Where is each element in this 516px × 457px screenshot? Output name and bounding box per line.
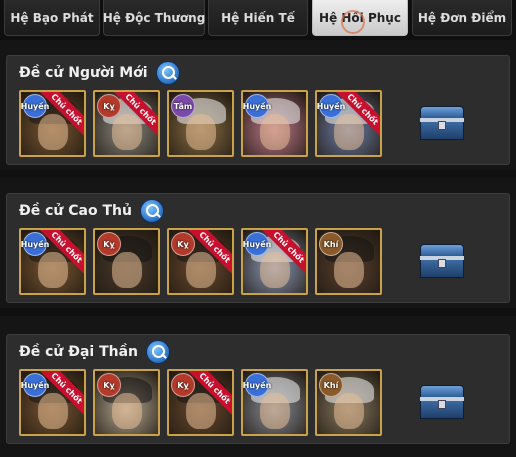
tab-label: Hệ Độc Thương — [102, 10, 206, 25]
hero-portrait — [111, 393, 142, 429]
panel-title-row: Đề cử Cao Thủ — [19, 199, 164, 223]
hero-card[interactable]: Huyền — [241, 90, 308, 157]
hero-card[interactable]: Kỵ Chủ chốt — [167, 369, 234, 436]
hero-portrait — [185, 114, 216, 150]
panel-divider — [0, 170, 516, 178]
hero-card[interactable]: Kỵ Chủ chốt — [93, 90, 160, 157]
hero-class-badge: Huyền — [317, 94, 345, 118]
search-icon[interactable] — [146, 340, 171, 364]
hero-portrait — [111, 252, 142, 288]
tab-hoi-phuc[interactable]: Hệ Hồi Phục — [312, 0, 408, 36]
hero-class-badge: Tâm — [171, 94, 195, 118]
hero-portrait — [333, 393, 364, 429]
hero-card[interactable]: Huyền Chủ chốt — [19, 228, 86, 295]
hero-list: Huyền Chủ chốt Kỵ Chủ chốt Tâm Huyền Huyền Chủ … — [19, 90, 389, 157]
hero-portrait — [333, 114, 364, 150]
search-icon[interactable] — [155, 61, 180, 85]
hero-class-badge: Khí — [319, 373, 343, 397]
hero-card[interactable]: Kỵ — [93, 369, 160, 436]
hero-card[interactable]: Khí — [315, 228, 382, 295]
hero-class-badge: Kỵ — [97, 94, 121, 118]
panel-title: Đề cử Người Mới — [19, 65, 148, 81]
hero-portrait — [111, 114, 142, 150]
hero-class-badge: Kỵ — [171, 373, 195, 397]
hero-class-badge: Huyền — [243, 232, 271, 256]
hero-card[interactable]: Kỵ Chủ chốt — [167, 228, 234, 295]
hero-class-badge: Huyền — [21, 373, 49, 397]
hero-class-badge: Huyền — [21, 94, 49, 118]
hero-portrait — [37, 114, 68, 150]
tab-bao-phat[interactable]: Hệ Bạo Phát — [4, 0, 100, 36]
hero-class-badge: Kỵ — [171, 232, 195, 256]
hero-portrait — [185, 252, 216, 288]
tab-label: Hệ Đơn Điểm — [417, 10, 507, 25]
hero-card[interactable]: Huyền Chủ chốt — [19, 90, 86, 157]
hero-card[interactable]: Kỵ — [93, 228, 160, 295]
tap-ripple — [341, 10, 365, 34]
panel-dai-than: Đề cử Đại Thần Huyền Chủ chốt Kỵ Kỵ Chủ chốt… — [6, 334, 510, 444]
hero-portrait — [259, 114, 290, 150]
hero-card[interactable]: Huyền Chủ chốt — [19, 369, 86, 436]
hero-portrait — [259, 393, 290, 429]
hero-list: Huyền Chủ chốt Kỵ Kỵ Chủ chốt Huyền Chủ chốt Kh… — [19, 228, 389, 295]
panel-title-row: Đề cử Người Mới — [19, 61, 180, 85]
hero-class-badge: Huyền — [243, 373, 271, 397]
panel-divider — [0, 308, 516, 316]
hero-card[interactable]: Huyền Chủ chốt — [315, 90, 382, 157]
tab-don-diem[interactable]: Hệ Đơn Điểm — [412, 0, 512, 36]
panel-title-row: Đề cử Đại Thần — [19, 340, 171, 364]
hero-class-badge: Kỵ — [97, 232, 121, 256]
hero-card[interactable]: Tâm — [167, 90, 234, 157]
panel-cao-thu: Đề cử Cao Thủ Huyền Chủ chốt Kỵ Kỵ Chủ chốt H… — [6, 193, 510, 303]
treasure-chest-icon[interactable] — [420, 106, 464, 140]
hero-class-badge: Kỵ — [97, 373, 121, 397]
hero-list: Huyền Chủ chốt Kỵ Kỵ Chủ chốt Huyền Khí — [19, 369, 389, 436]
hero-card[interactable]: Huyền — [241, 369, 308, 436]
hero-class-badge: Huyền — [21, 232, 49, 256]
tab-label: Hệ Hiến Tế — [221, 10, 295, 25]
hero-class-badge: Khí — [319, 232, 343, 256]
search-icon[interactable] — [139, 199, 164, 223]
hero-portrait — [333, 252, 364, 288]
treasure-chest-icon[interactable] — [420, 385, 464, 419]
hero-portrait — [37, 252, 68, 288]
hero-portrait — [259, 252, 290, 288]
tab-label: Hệ Bạo Phát — [10, 10, 94, 25]
panel-nguoi-moi: Đề cử Người Mới Huyền Chủ chốt Kỵ Chủ chốt T… — [6, 55, 510, 165]
hero-portrait — [37, 393, 68, 429]
tab-bar: Hệ Bạo Phát Hệ Độc Thương Hệ Hiến Tế Hệ … — [0, 0, 516, 40]
hero-card[interactable]: Khí — [315, 369, 382, 436]
panel-title: Đề cử Cao Thủ — [19, 203, 132, 219]
tab-hien-te[interactable]: Hệ Hiến Tế — [208, 0, 308, 36]
tab-doc-thuong[interactable]: Hệ Độc Thương — [103, 0, 205, 36]
hero-portrait — [185, 393, 216, 429]
treasure-chest-icon[interactable] — [420, 244, 464, 278]
panel-title: Đề cử Đại Thần — [19, 344, 139, 360]
hero-class-badge: Huyền — [243, 94, 271, 118]
hero-card[interactable]: Huyền Chủ chốt — [241, 228, 308, 295]
